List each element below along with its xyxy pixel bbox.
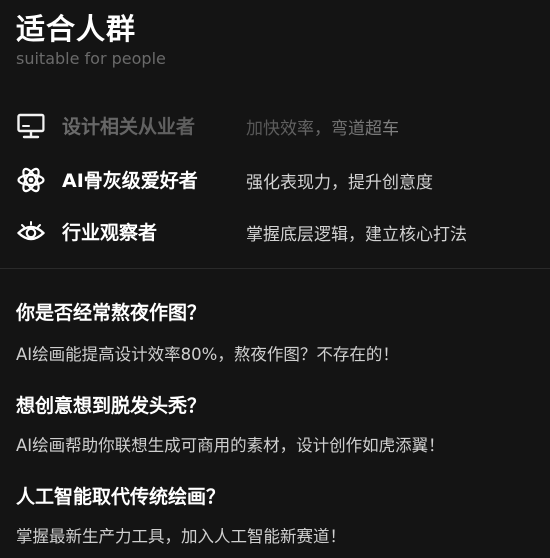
section-title: 适合人群	[16, 12, 137, 46]
faq-answer: AI绘画能提高设计效率80%，熬夜作图？不存在的！	[16, 345, 399, 364]
section-subtitle: suitable for people	[16, 49, 166, 68]
faq-question: 人工智能取代传统绘画？	[16, 486, 226, 508]
eye-icon	[16, 218, 46, 246]
faq-question: 想创意想到脱发头秃？	[16, 395, 207, 417]
monitor-icon	[16, 112, 46, 140]
audience-description: 强化表现力，提升创意度	[246, 173, 433, 193]
audience-description: 加快效率，弯道超车	[246, 119, 399, 139]
faq-answer: 掌握最新生产力工具，加入人工智能新赛道！	[16, 527, 346, 546]
audience-item-industry-observers: 行业观察者 掌握底层逻辑，建立核心打法	[0, 212, 550, 252]
section-divider	[0, 268, 550, 269]
audience-role: 行业观察者	[62, 222, 158, 244]
faq-answer: AI绘画帮助你联想生成可商用的素材，设计创作如虎添翼！	[16, 436, 445, 455]
audience-role: AI骨灰级爱好者	[62, 170, 198, 192]
audience-item-designers: 设计相关从业者 加快效率，弯道超车	[0, 106, 550, 146]
audience-role: 设计相关从业者	[62, 116, 196, 138]
faq-question: 你是否经常熬夜作图？	[16, 302, 207, 324]
atom-icon	[16, 166, 46, 194]
audience-description: 掌握底层逻辑，建立核心打法	[246, 225, 467, 245]
audience-item-ai-enthusiasts: AI骨灰级爱好者 强化表现力，提升创意度	[0, 160, 550, 200]
